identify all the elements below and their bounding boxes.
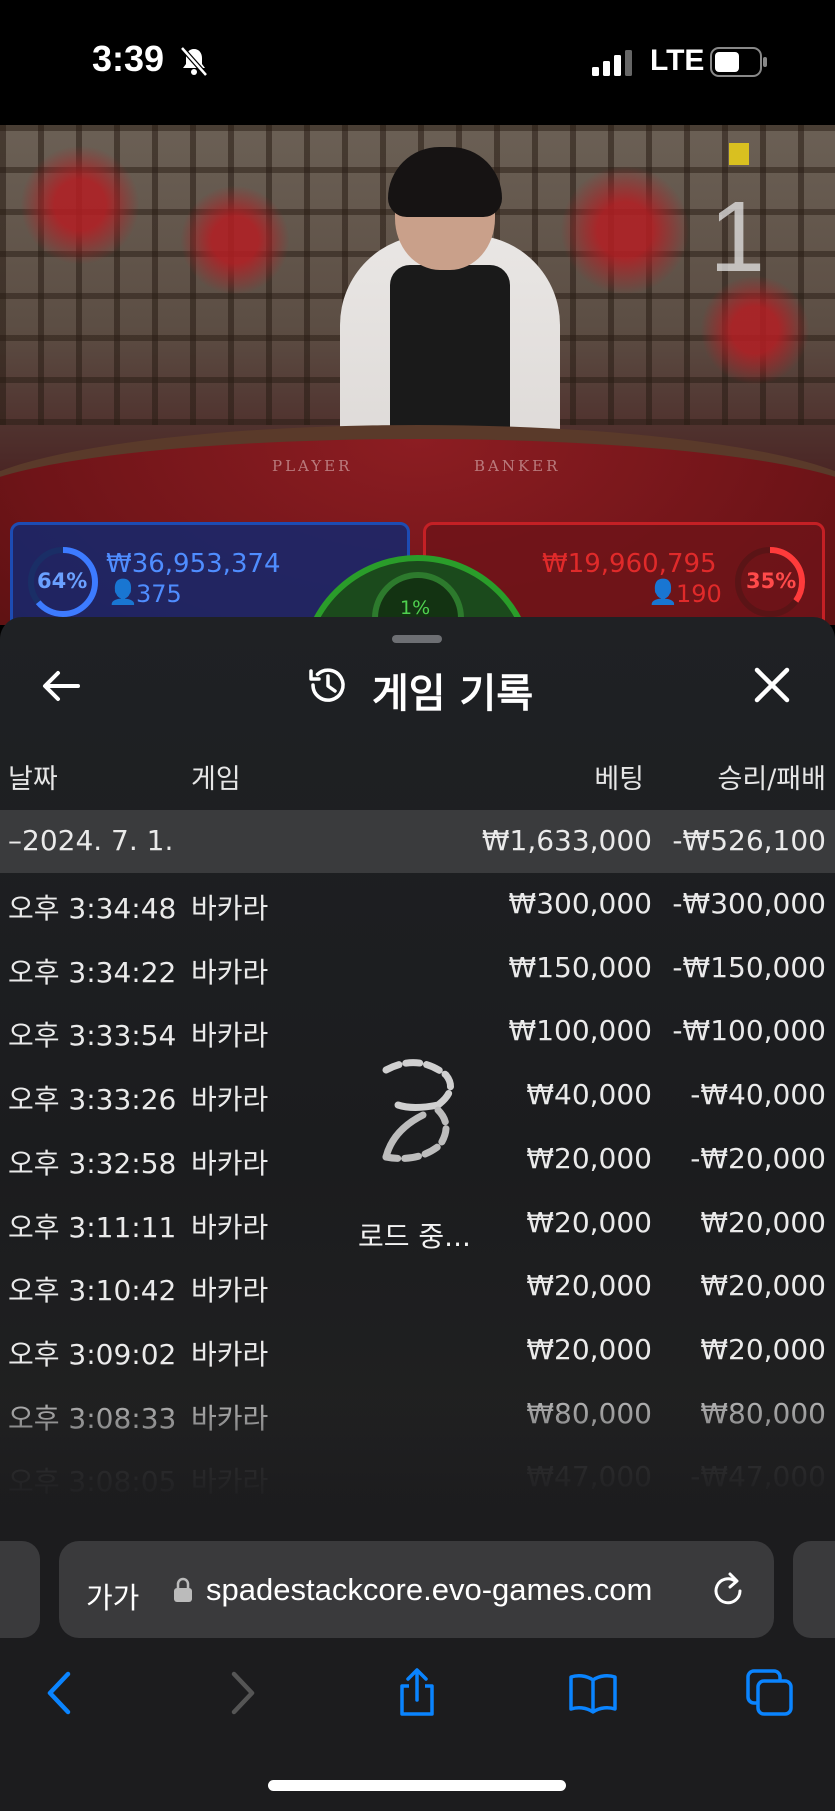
row-game: 바카라 (191, 1274, 269, 1308)
row-game: 바카라 (191, 1210, 269, 1244)
history-row[interactable]: 오후 3:33:54 바카라 ₩100,000 -₩100,000 (0, 1000, 835, 1063)
row-winloss: -₩40,000 (690, 1078, 826, 1112)
row-time: 오후 3:32:58 (8, 1146, 177, 1180)
drag-handle[interactable] (392, 635, 442, 643)
row-time: 오후 3:34:22 (8, 955, 177, 989)
row-bet: ₩20,000 (526, 1332, 652, 1366)
forward-icon[interactable] (216, 1668, 266, 1718)
banker-amount: ₩19,960,795 (542, 549, 717, 579)
reload-icon[interactable] (710, 1571, 746, 1609)
column-header-winloss[interactable]: 승리/패배 (718, 757, 826, 796)
url-text[interactable]: spadestackcore.evo-games.com (206, 1572, 652, 1608)
history-row[interactable]: 오후 3:34:22 바카라 ₩150,000 -₩150,000 (0, 937, 835, 1000)
banker-percent: 35% (746, 569, 797, 593)
row-time: 오후 3:33:26 (8, 1083, 177, 1117)
banker-count-icon: 👤 (648, 578, 678, 606)
player-amount: ₩36,953,374 (106, 549, 281, 579)
history-row[interactable]: 오후 3:10:42 바카라 ₩20,000 ₩20,000 (0, 1255, 835, 1318)
row-winloss: -₩300,000 (672, 887, 826, 920)
battery-icon (710, 47, 767, 77)
panel-title: 게임 기록 (372, 671, 534, 717)
history-icon (309, 668, 345, 702)
row-time: 오후 3:34:48 (8, 892, 177, 925)
blossom-decor (560, 165, 690, 295)
row-game: 바카라 (191, 955, 269, 989)
text-size-button[interactable]: 가가 (86, 1575, 139, 1617)
row-game: 바카라 (191, 1337, 269, 1371)
row-time: 오후 3:10:42 (8, 1274, 177, 1308)
bell-muted-icon (180, 46, 208, 77)
row-game: 바카라 (191, 1083, 269, 1117)
row-time: 오후 3:11:11 (8, 1210, 177, 1244)
previous-tab-preview[interactable] (0, 1541, 40, 1638)
table-banker-label: BANKER (474, 457, 561, 475)
history-row[interactable]: 오후 3:09:02 바카라 ₩20,000 ₩20,000 (0, 1319, 835, 1382)
date-summary-row[interactable]: –2024. 7. 1. ₩1,633,000 -₩526,100 (0, 810, 835, 873)
row-winloss: ₩20,000 (700, 1205, 826, 1239)
summary-bet: ₩1,633,000 (481, 824, 652, 857)
row-winloss: -₩150,000 (672, 950, 826, 984)
row-bet: ₩300,000 (508, 887, 652, 920)
table-player-label: PLAYER (272, 457, 353, 475)
home-indicator[interactable] (268, 1780, 566, 1791)
next-tab-preview[interactable] (793, 1541, 835, 1638)
summary-date: –2024. 7. 1. (8, 824, 174, 857)
row-time: 오후 3:33:54 (8, 1019, 177, 1053)
round-number: 1 (709, 181, 765, 293)
row-game: 바카라 (191, 1146, 269, 1180)
status-time: 3:39 (92, 38, 165, 79)
banker-count: 190 (676, 580, 722, 608)
row-bet: ₩150,000 (508, 950, 652, 984)
loading-text: 로드 중... (358, 1220, 471, 1253)
back-icon[interactable] (36, 1668, 86, 1718)
signal-icon (592, 50, 632, 76)
row-time: 오후 3:09:02 (8, 1337, 177, 1371)
column-header-game[interactable]: 게임 (191, 757, 241, 796)
network-label: LTE (650, 44, 705, 77)
tabs-icon[interactable] (745, 1668, 795, 1718)
loading-spinner-icon (382, 1059, 454, 1162)
round-flag (729, 143, 749, 165)
lock-icon (174, 1577, 192, 1602)
tie-percent: 1% (400, 597, 431, 619)
row-winloss: ₩20,000 (700, 1269, 826, 1303)
row-bet: ₩40,000 (526, 1078, 652, 1112)
close-icon[interactable] (752, 665, 792, 705)
row-winloss: -₩100,000 (672, 1014, 826, 1048)
row-winloss: -₩20,000 (690, 1141, 826, 1175)
blossom-decor (180, 185, 290, 295)
row-bet: ₩20,000 (526, 1205, 652, 1239)
row-bet: ₩100,000 (508, 1014, 652, 1048)
game-history-panel: 게임 기록 날짜 게임 베팅 승리/패배 –2024. 7. 1. ₩1,633… (0, 617, 835, 1527)
row-bet: ₩20,000 (526, 1269, 652, 1303)
summary-winloss: -₩526,100 (672, 824, 826, 857)
back-arrow-icon[interactable] (40, 665, 82, 707)
player-count: 375 (136, 580, 182, 608)
row-game: 바카라 (191, 892, 269, 925)
column-header-bet[interactable]: 베팅 (594, 757, 644, 796)
bookmarks-icon[interactable] (568, 1668, 618, 1718)
player-count-icon: 👤 (108, 578, 138, 606)
player-percent: 64% (37, 569, 88, 593)
column-header-date[interactable]: 날짜 (8, 757, 58, 796)
share-icon[interactable] (392, 1668, 442, 1718)
history-row[interactable]: 오후 3:34:48 바카라 ₩300,000 -₩300,000 (0, 873, 835, 936)
row-game: 바카라 (191, 1019, 269, 1053)
row-winloss: ₩20,000 (700, 1332, 826, 1366)
list-fade-overlay (0, 1397, 835, 1527)
status-bar: 3:39 LTE (0, 0, 835, 125)
blossom-decor (20, 145, 140, 265)
row-bet: ₩20,000 (526, 1141, 652, 1175)
